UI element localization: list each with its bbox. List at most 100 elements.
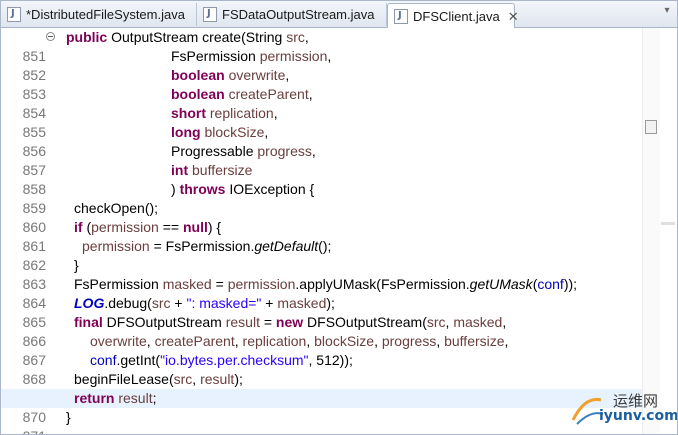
parameter: src — [426, 314, 446, 330]
tab-label: *DistributedFileSystem.java — [26, 7, 185, 22]
parameter: replication — [242, 333, 307, 349]
code-line: 866 final DFSOutputStream result = new D… — [1, 313, 661, 349]
code-text: ) throws IOException { — [171, 180, 314, 199]
tab-label: DFSClient.java — [413, 8, 500, 24]
code-text: if (permission == null) { — [74, 218, 221, 237]
code-token: , — [502, 314, 507, 330]
code-token: ) { — [207, 219, 222, 235]
code-line: 869 beginFileLease(src, result); — [1, 370, 661, 406]
code-token: } — [74, 257, 79, 273]
parameter: createParent — [228, 86, 309, 102]
code-token: + — [261, 295, 278, 311]
code-text: FsPermission masked = permission.applyUM… — [74, 275, 577, 294]
overview-ruler[interactable] — [660, 28, 677, 434]
static-method: getDefault — [254, 238, 319, 254]
code-line: 856 long blockSize, — [1, 123, 661, 159]
code-token: FsPermission — [171, 48, 260, 64]
keyword: return — [74, 390, 115, 406]
watermark-logo: 运维网 iyunv.com — [567, 390, 677, 430]
parameter: replication — [209, 105, 274, 121]
parameter: permission — [91, 219, 159, 235]
code-token: , 512)); — [308, 352, 353, 368]
code-text: final DFSOutputStream result = new DFSOu… — [74, 313, 506, 332]
code-token: .debug( — [104, 295, 152, 311]
code-line: 867 overwrite, createParent, replication… — [1, 332, 661, 368]
keyword: public — [66, 29, 108, 45]
code-line: 854 boolean createParent, — [1, 85, 661, 121]
keyword: final — [74, 314, 103, 330]
code-token: } — [66, 409, 71, 425]
keyword: new — [275, 314, 304, 330]
scrollbar-thumb[interactable] — [645, 120, 657, 134]
code-token: FsPermission — [74, 276, 163, 292]
parameter: permission — [227, 276, 296, 292]
code-token: ); — [234, 371, 243, 387]
code-token: , — [285, 67, 290, 83]
fold-collapse-icon[interactable] — [46, 32, 55, 41]
tab-fs-data-output-stream[interactable]: FSDataOutputStream.java — [197, 3, 387, 26]
code-token: , — [234, 333, 243, 349]
code-token: , — [146, 333, 155, 349]
parameter: progress — [257, 143, 312, 159]
local-variable: result — [225, 314, 260, 330]
vertical-scrollbar[interactable] — [642, 28, 660, 434]
chevron-down-icon[interactable]: ▾ — [659, 3, 675, 19]
code-line: 864 FsPermission masked = permission.app… — [1, 275, 661, 311]
code-token: .applyUMask(FsPermission. — [295, 276, 470, 292]
parameter: permission — [259, 48, 328, 64]
line-number: 871 — [1, 427, 46, 434]
local-variable: masked — [277, 295, 327, 311]
java-file-icon — [7, 7, 21, 22]
parameter: overwrite — [228, 67, 286, 83]
local-variable: result — [118, 390, 153, 406]
code-token: DFSOutputStream( — [303, 314, 427, 330]
code-editor[interactable]: 851 public OutputStream create(String sr… — [1, 28, 661, 434]
code-token: OutputStream create(String — [107, 29, 287, 45]
overview-marker[interactable] — [661, 222, 675, 225]
code-token: , — [311, 143, 316, 159]
code-text: beginFileLease(src, result); — [74, 370, 243, 389]
tab-dfs-client[interactable]: DFSClient.java ✕ — [387, 3, 519, 28]
local-variable: masked — [162, 276, 212, 292]
code-token: ); — [326, 295, 335, 311]
editor-window: *DistributedFileSystem.java FSDataOutput… — [0, 0, 678, 435]
parameter: blockSize — [314, 333, 375, 349]
code-text: int buffersize — [171, 161, 252, 180]
code-text: long blockSize, — [171, 123, 268, 142]
java-file-icon — [203, 7, 217, 22]
code-token: (); — [318, 238, 332, 254]
code-token: )); — [563, 276, 578, 292]
code-token: , — [327, 48, 332, 64]
code-text: Progressable progress, — [171, 142, 316, 161]
tab-distributed-file-system[interactable]: *DistributedFileSystem.java — [1, 3, 197, 26]
code-line: 865 LOG.debug(src + ": masked=" + masked… — [1, 294, 661, 330]
code-token: , — [308, 86, 313, 102]
code-token: checkOpen(); — [74, 200, 159, 216]
parameter: src — [173, 371, 193, 387]
code-line: 851 public OutputStream create(String sr… — [1, 28, 661, 64]
java-file-icon — [394, 8, 408, 24]
tab-label: FSDataOutputStream.java — [222, 7, 375, 22]
code-text: permission = FsPermission.getDefault(); — [82, 237, 331, 256]
code-token: , — [264, 124, 269, 140]
code-line: 862 permission = FsPermission.getDefault… — [1, 237, 661, 273]
parameter: overwrite — [90, 333, 147, 349]
close-icon[interactable]: ✕ — [508, 10, 519, 23]
code-line: 855 short replication, — [1, 104, 661, 140]
keyword: short — [171, 105, 206, 121]
keyword: boolean — [171, 67, 225, 83]
code-text: return result; — [74, 389, 156, 408]
keyword: throws — [179, 181, 226, 197]
code-token: ( — [82, 219, 92, 235]
editor-tab-bar: *DistributedFileSystem.java FSDataOutput… — [1, 1, 677, 28]
code-line: 863 } — [1, 256, 661, 292]
static-method: getUMask — [469, 276, 533, 292]
keyword: int — [171, 162, 189, 178]
code-token: ) — [171, 181, 180, 197]
code-token: , — [304, 29, 309, 45]
code-token: , — [273, 105, 278, 121]
keyword: boolean — [171, 86, 225, 102]
code-token: , — [504, 333, 509, 349]
code-line: 859 ) throws IOException { — [1, 180, 661, 216]
code-text: public OutputStream create(String src, — [66, 28, 309, 47]
